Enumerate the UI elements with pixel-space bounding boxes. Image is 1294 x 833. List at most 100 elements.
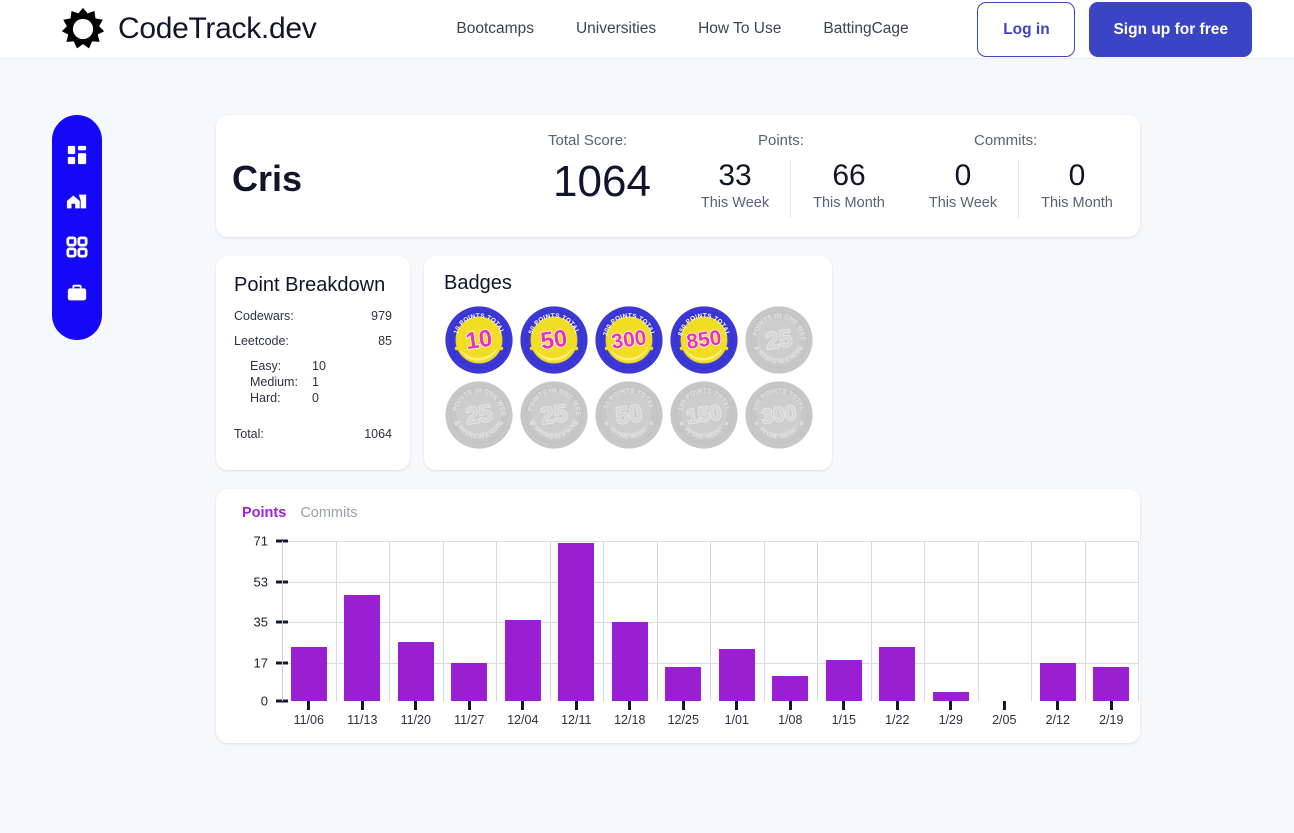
- nav-item-how-to-use[interactable]: How To Use: [698, 20, 781, 38]
- page-body: Cris Total Score: Points: Commits: 1064 …: [0, 59, 1294, 833]
- badge-locked[interactable]: 25 POINTS IN ONE WEEK2 WEEKS IN A ROW!25: [744, 305, 814, 375]
- signup-button[interactable]: Sign up for free: [1089, 2, 1252, 57]
- chart-bar[interactable]: [772, 676, 809, 701]
- nav-item-battingcage[interactable]: BattingCage: [823, 20, 908, 38]
- divider: [790, 160, 791, 218]
- x-axis-tick-mark: [467, 701, 471, 710]
- badge-locked[interactable]: 25 POINTS IN ONE WEEK6 WEEKS IN A ROW!25: [444, 380, 514, 450]
- mid-row: Point Breakdown Codewars: 979 Leetcode: …: [216, 256, 1140, 470]
- chart-bar[interactable]: [504, 619, 541, 701]
- badge-earned[interactable]: 50 POINTS TOTAL 50: [519, 305, 589, 375]
- breakdown-row-medium: Medium: 1: [234, 375, 392, 389]
- chart-bar[interactable]: [558, 543, 595, 701]
- nav-item-universities[interactable]: Universities: [576, 20, 656, 38]
- x-axis-tick-label: 11/20: [400, 713, 431, 727]
- chart-bar[interactable]: [932, 692, 969, 701]
- x-axis-tick-mark: [681, 701, 685, 710]
- primary-nav: Bootcamps Universities How To Use Battin…: [456, 20, 908, 38]
- main-content: Cris Total Score: Points: Commits: 1064 …: [216, 115, 1140, 743]
- total-score-value: 1064: [553, 157, 651, 206]
- stat-points-month: 66 This Month: [796, 159, 902, 211]
- sidebar-item-dashboard[interactable]: [65, 145, 89, 169]
- x-axis-tick-mark: [1056, 701, 1060, 710]
- house-chart-icon: [66, 190, 88, 217]
- gridline-vertical: [1085, 541, 1086, 701]
- chart-bar[interactable]: [665, 667, 702, 701]
- chart-bar[interactable]: [879, 646, 916, 701]
- chart-bar[interactable]: [344, 595, 381, 701]
- plot-wrap: 0 17 35 53 71 11/06 11/13 11/20 11/27 12/04 12/11 1…: [230, 533, 1139, 728]
- gridline-vertical: [978, 541, 979, 701]
- tab-commits[interactable]: Commits: [300, 505, 357, 521]
- x-axis-tick-mark: [895, 701, 899, 710]
- gridline-vertical: [336, 541, 337, 701]
- x-axis-tick-mark: [842, 701, 846, 710]
- x-axis-tick-mark: [414, 701, 418, 710]
- stat-value: 33: [718, 159, 752, 192]
- badge-locked[interactable]: 50 POINTS TOTAL IN ONE WEEK! 50: [594, 380, 664, 450]
- brand-logo[interactable]: CodeTrack.dev: [60, 6, 317, 52]
- x-axis-tick-mark: [307, 701, 311, 710]
- x-axis-tick-label: 12/11: [561, 713, 592, 727]
- breakdown-key: Medium:: [250, 375, 298, 389]
- point-breakdown-title: Point Breakdown: [234, 274, 386, 296]
- chart-bar[interactable]: [1039, 662, 1076, 701]
- header-actions: Log in Sign up for free: [977, 2, 1252, 57]
- gear-sun-icon: [60, 6, 106, 52]
- gridline-vertical: [443, 541, 444, 701]
- chart-bar[interactable]: [1093, 667, 1130, 701]
- total-score-label: Total Score:: [548, 132, 628, 149]
- chart-bar[interactable]: [451, 662, 488, 701]
- breakdown-key: Codewars:: [234, 309, 294, 323]
- gridline-vertical: [924, 541, 925, 701]
- badge-locked[interactable]: 300 POINTS TOTAL IN ONE WEEK! 300: [744, 380, 814, 450]
- x-axis-tick-label: 12/04: [507, 713, 539, 727]
- stat-points-week: 33 This Week: [682, 159, 788, 211]
- breakdown-row-hard: Hard: 0: [234, 391, 392, 405]
- badge-locked[interactable]: 150 POINTS TOTAL IN ONE WEEK! 150: [669, 380, 739, 450]
- gridline-vertical: [657, 541, 658, 701]
- tab-points[interactable]: Points: [242, 505, 286, 521]
- breakdown-value: 979: [371, 309, 392, 323]
- x-axis-tick-label: 2/12: [1045, 713, 1070, 727]
- chart-bar[interactable]: [611, 622, 648, 701]
- breakdown-value: 1064: [364, 427, 392, 441]
- x-axis-tick-label: 12/18: [614, 713, 646, 727]
- chart-bar[interactable]: [397, 642, 434, 701]
- breakdown-row-leetcode: Leetcode: 85: [234, 334, 392, 348]
- x-axis-tick-label: 2/19: [1099, 713, 1124, 727]
- chart-bar[interactable]: [718, 649, 755, 701]
- breakdown-value: 0: [312, 391, 319, 405]
- breakdown-key: Leetcode:: [234, 334, 289, 348]
- nav-item-bootcamps[interactable]: Bootcamps: [456, 20, 534, 38]
- badges-title: Badges: [444, 272, 512, 294]
- chart-bar[interactable]: [825, 660, 862, 701]
- breakdown-key: Total:: [234, 427, 264, 441]
- login-button[interactable]: Log in: [977, 2, 1076, 57]
- badges-card: Badges 10 POINTS TOTAL 10 50 POINTS TOTAL 5…: [424, 256, 832, 470]
- x-axis-tick-label: 1/29: [938, 713, 963, 727]
- x-axis-tick-label: 12/25: [667, 713, 699, 727]
- x-axis-tick-mark: [735, 701, 739, 710]
- x-axis-tick-mark: [360, 701, 364, 710]
- svg-text:300: 300: [760, 401, 798, 429]
- y-axis-tick-label: 35: [253, 614, 268, 630]
- sidebar-item-apps[interactable]: [65, 235, 89, 261]
- gridline-vertical: [1031, 541, 1032, 701]
- y-axis-line: [282, 541, 283, 701]
- badge-earned[interactable]: 850 POINTS TOTAL 850: [669, 305, 739, 375]
- sidebar-item-bootcamps[interactable]: [65, 191, 89, 215]
- gridline-vertical: [817, 541, 818, 701]
- x-axis-tick-label: 1/15: [831, 713, 856, 727]
- badge-locked[interactable]: 25 POINTS IN ONE WEEK16 WEEKS IN A ROW!2…: [519, 380, 589, 450]
- svg-text:25: 25: [464, 400, 494, 430]
- sidebar-item-jobs[interactable]: [65, 283, 89, 307]
- dashboard-grid-icon: [66, 144, 88, 171]
- badge-earned[interactable]: 300 POINTS TOTAL 300: [594, 305, 664, 375]
- x-axis-tick-label: 1/01: [724, 713, 749, 727]
- gridline-vertical: [496, 541, 497, 701]
- badge-earned[interactable]: 10 POINTS TOTAL 10: [444, 305, 514, 375]
- stat-sub: This Week: [700, 195, 770, 211]
- breakdown-row-codewars: Codewars: 979: [234, 309, 392, 323]
- chart-bar[interactable]: [290, 646, 327, 701]
